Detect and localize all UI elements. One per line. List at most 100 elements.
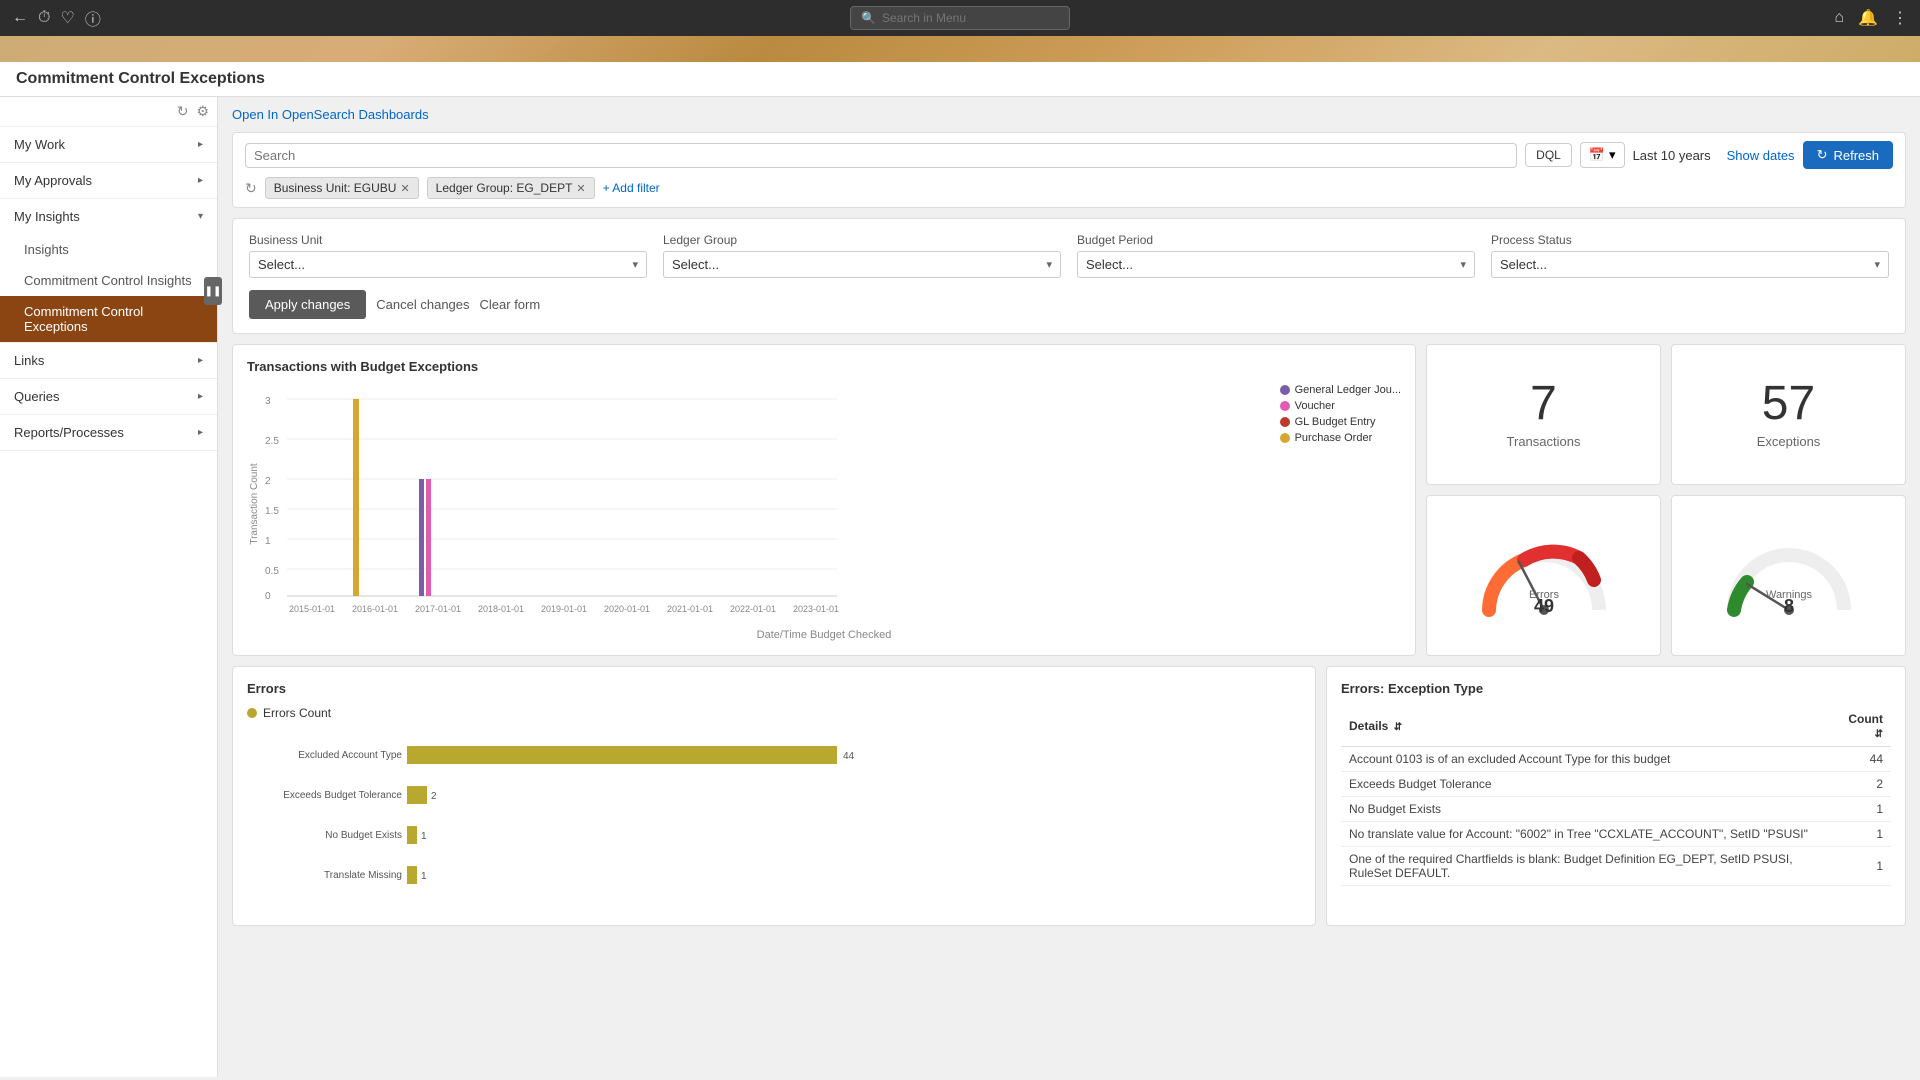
arrow-my-approvals: ▸ xyxy=(198,175,203,186)
cancel-changes-button[interactable]: Cancel changes xyxy=(376,297,469,312)
sidebar-item-commitment-control-exceptions[interactable]: Commitment Control Exceptions xyxy=(0,296,217,342)
budget-period-arrow: ▾ xyxy=(1460,258,1466,271)
heart-icon[interactable]: ♡ xyxy=(60,8,74,28)
content: Open In OpenSearch Dashboards DQL 📅 ▾ La… xyxy=(218,97,1920,1077)
legend-item-voucher: Voucher xyxy=(1280,400,1401,412)
filter-bar: DQL 📅 ▾ Last 10 years Show dates ↻ Refre… xyxy=(232,132,1906,208)
apply-changes-button[interactable]: Apply changes xyxy=(249,290,366,319)
svg-text:2018-01-01: 2018-01-01 xyxy=(478,604,524,614)
calendar-arrow: ▾ xyxy=(1609,147,1616,163)
remove-business-unit-tag[interactable]: ✕ xyxy=(400,182,409,195)
budget-period-group: Budget Period Select... ▾ xyxy=(1077,233,1475,278)
exception-table-card: Errors: Exception Type Details ⇵ Count ⇵ xyxy=(1326,666,1906,926)
count-column-header[interactable]: Count ⇵ xyxy=(1829,706,1891,747)
arrow-links: ▸ xyxy=(198,355,203,366)
remove-ledger-group-tag[interactable]: ✕ xyxy=(576,182,585,195)
more-icon[interactable]: ⋮ xyxy=(1892,8,1908,28)
svg-text:44: 44 xyxy=(843,751,855,762)
show-dates-link[interactable]: Show dates xyxy=(1727,148,1795,163)
stat-card-errors: Errors 49 xyxy=(1426,495,1661,657)
errors-legend-dot xyxy=(247,708,257,718)
refresh-button[interactable]: ↻ Refresh xyxy=(1803,141,1893,169)
sidebar-toggle-btn[interactable]: ❚❚ xyxy=(204,277,222,305)
bottom-grid: Errors Errors Count Excluded Account Typ… xyxy=(232,666,1906,926)
search-input-wrap[interactable] xyxy=(245,143,1517,168)
process-status-group: Process Status Select... ▾ xyxy=(1491,233,1889,278)
sidebar-item-insights[interactable]: Insights xyxy=(0,234,217,265)
table-row: Exceeds Budget Tolerance 2 xyxy=(1341,772,1891,797)
sidebar-item-commitment-control-insights[interactable]: Commitment Control Insights xyxy=(0,265,217,296)
search-menu-input[interactable] xyxy=(882,11,1059,25)
budget-period-select[interactable]: Select... ▾ xyxy=(1077,251,1475,278)
filter-tag-ledger-group: Ledger Group: EG_DEPT ✕ xyxy=(427,177,595,199)
add-filter-link[interactable]: + Add filter xyxy=(603,181,660,195)
open-search-link[interactable]: Open In OpenSearch Dashboards xyxy=(232,107,1906,122)
svg-text:2017-01-01: 2017-01-01 xyxy=(415,604,461,614)
arrow-my-insights: ▾ xyxy=(198,211,203,222)
charts-grid: Transactions with Budget Exceptions Gene… xyxy=(232,344,1906,656)
legend-item-purchase-order: Purchase Order xyxy=(1280,432,1401,444)
legend-item-gl-journal: General Ledger Jou... xyxy=(1280,384,1401,396)
transactions-number: 7 xyxy=(1530,380,1557,428)
errors-bar-chart-card: Errors Errors Count Excluded Account Typ… xyxy=(232,666,1316,926)
svg-text:1: 1 xyxy=(265,536,271,547)
home-icon[interactable]: ⌂ xyxy=(1834,9,1844,27)
business-unit-arrow: ▾ xyxy=(632,258,638,271)
business-unit-select[interactable]: Select... ▾ xyxy=(249,251,647,278)
svg-text:2021-01-01: 2021-01-01 xyxy=(667,604,713,614)
errors-bar-svg: Excluded Account Type 44 Exceeds Budget … xyxy=(247,728,907,908)
business-unit-label: Business Unit xyxy=(249,233,647,247)
exceptions-label: Exceptions xyxy=(1757,434,1821,449)
dql-button[interactable]: DQL xyxy=(1525,143,1572,167)
sidebar-section-queries: Queries ▸ xyxy=(0,379,217,415)
exception-table-title: Errors: Exception Type xyxy=(1341,681,1891,696)
calendar-icon: 📅 xyxy=(1589,147,1605,163)
sidebar-header-links[interactable]: Links ▸ xyxy=(0,343,217,378)
row-detail-0: Account 0103 is of an excluded Account T… xyxy=(1341,747,1829,772)
details-column-header[interactable]: Details ⇵ xyxy=(1341,706,1829,747)
table-row: Account 0103 is of an excluded Account T… xyxy=(1341,747,1891,772)
filter-search-input[interactable] xyxy=(254,148,1508,163)
sidebar-section-reports: Reports/Processes ▸ xyxy=(0,415,217,451)
sidebar-header-queries[interactable]: Queries ▸ xyxy=(0,379,217,414)
sidebar-header-my-insights[interactable]: My Insights ▾ xyxy=(0,199,217,234)
svg-text:Translate Missing: Translate Missing xyxy=(324,870,402,881)
page-title: Commitment Control Exceptions xyxy=(0,62,1920,97)
sidebar-section-my-insights: My Insights ▾ Insights Commitment Contro… xyxy=(0,199,217,343)
sidebar-header-my-work[interactable]: My Work ▸ xyxy=(0,127,217,162)
svg-text:0.5: 0.5 xyxy=(265,566,279,577)
chart-body: General Ledger Jou... Voucher GL Budget … xyxy=(247,384,1401,641)
bell-icon[interactable]: 🔔 xyxy=(1858,8,1878,28)
errors-gauge-svg: Errors 49 xyxy=(1474,530,1614,620)
sidebar-settings-icon[interactable]: ⚙ xyxy=(196,103,209,120)
row-count-1: 2 xyxy=(1829,772,1891,797)
ledger-group-label: Ledger Group xyxy=(663,233,1061,247)
count-sort-icon[interactable]: ⇵ xyxy=(1875,729,1883,740)
filter-reset-icon[interactable]: ↻ xyxy=(245,180,257,197)
svg-text:49: 49 xyxy=(1533,596,1553,616)
process-status-select[interactable]: Select... ▾ xyxy=(1491,251,1889,278)
stat-card-transactions: 7 Transactions xyxy=(1426,344,1661,485)
table-row: No translate value for Account: "6002" i… xyxy=(1341,822,1891,847)
sidebar-header-my-approvals[interactable]: My Approvals ▸ xyxy=(0,163,217,198)
calendar-button[interactable]: 📅 ▾ xyxy=(1580,142,1625,168)
back-icon[interactable]: ← xyxy=(12,9,28,27)
stat-card-warnings: Warnings 8 xyxy=(1671,495,1906,657)
svg-text:Transaction Count: Transaction Count xyxy=(249,463,260,545)
info-icon[interactable]: ⓘ xyxy=(85,6,101,30)
clear-form-button[interactable]: Clear form xyxy=(480,297,541,312)
sidebar-header-reports[interactable]: Reports/Processes ▸ xyxy=(0,415,217,450)
details-sort-icon[interactable]: ⇵ xyxy=(1394,722,1402,733)
ledger-group-select[interactable]: Select... ▾ xyxy=(663,251,1061,278)
legend-item-gl-budget: GL Budget Entry xyxy=(1280,416,1401,428)
main-layout: ↻ ⚙ My Work ▸ My Approvals ▸ My Insights… xyxy=(0,97,1920,1077)
sidebar: ↻ ⚙ My Work ▸ My Approvals ▸ My Insights… xyxy=(0,97,218,1077)
svg-text:2015-01-01: 2015-01-01 xyxy=(289,604,335,614)
sidebar-refresh-icon[interactable]: ↻ xyxy=(177,103,189,120)
filter-tag-business-unit: Business Unit: EGUBU ✕ xyxy=(265,177,419,199)
svg-text:2023-01-01: 2023-01-01 xyxy=(793,604,839,614)
clock-icon[interactable]: ⏱ xyxy=(38,9,50,27)
top-nav-search[interactable]: 🔍 xyxy=(850,6,1070,30)
transactions-chart-card: Transactions with Budget Exceptions Gene… xyxy=(232,344,1416,656)
stat-cards-container: 7 Transactions 57 Exceptions xyxy=(1426,344,1906,656)
